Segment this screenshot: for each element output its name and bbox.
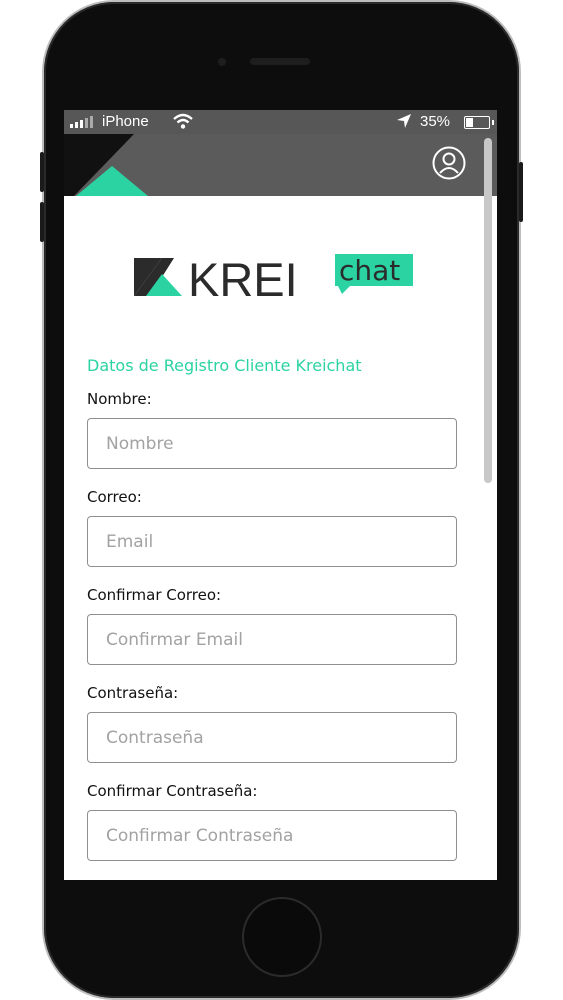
earpiece-speaker: [250, 58, 310, 65]
user-icon[interactable]: [432, 146, 466, 180]
status-bar: iPhone 35%: [64, 110, 497, 134]
email-input[interactable]: [87, 516, 457, 567]
location-arrow-icon: [397, 114, 411, 128]
nombre-label: Nombre:: [87, 390, 152, 408]
confirm-correo-label: Confirmar Correo:: [87, 586, 222, 604]
screen: iPhone 35% KREI chat Datos de Registro C…: [64, 110, 497, 880]
password-input[interactable]: [87, 712, 457, 763]
carrier-name: iPhone: [102, 113, 149, 130]
battery-percent: 35%: [420, 113, 451, 130]
nombre-input[interactable]: [87, 418, 457, 469]
form-title: Datos de Registro Cliente Kreichat: [87, 356, 362, 375]
signal-icon: [70, 116, 93, 128]
volume-down-button: [40, 202, 44, 242]
battery-icon: [464, 116, 494, 129]
password-label: Contraseña:: [87, 684, 179, 702]
confirm-email-input[interactable]: [87, 614, 457, 665]
wifi-icon: [173, 113, 193, 129]
confirm-password-input[interactable]: [87, 810, 457, 861]
app-header: [64, 134, 497, 196]
registration-form: Datos de Registro Cliente Kreichat Nombr…: [87, 356, 457, 880]
logo-text: KREI: [188, 253, 298, 304]
home-button[interactable]: [244, 899, 320, 975]
power-button: [519, 162, 523, 222]
volume-up-button: [40, 152, 44, 192]
kreichat-logo: KREI chat: [134, 253, 413, 304]
scrollbar[interactable]: [484, 138, 492, 483]
logo-chat-text: chat: [339, 254, 400, 287]
confirm-password-label: Confirmar Contraseña:: [87, 782, 258, 800]
correo-label: Correo:: [87, 488, 142, 506]
front-camera: [218, 58, 226, 66]
